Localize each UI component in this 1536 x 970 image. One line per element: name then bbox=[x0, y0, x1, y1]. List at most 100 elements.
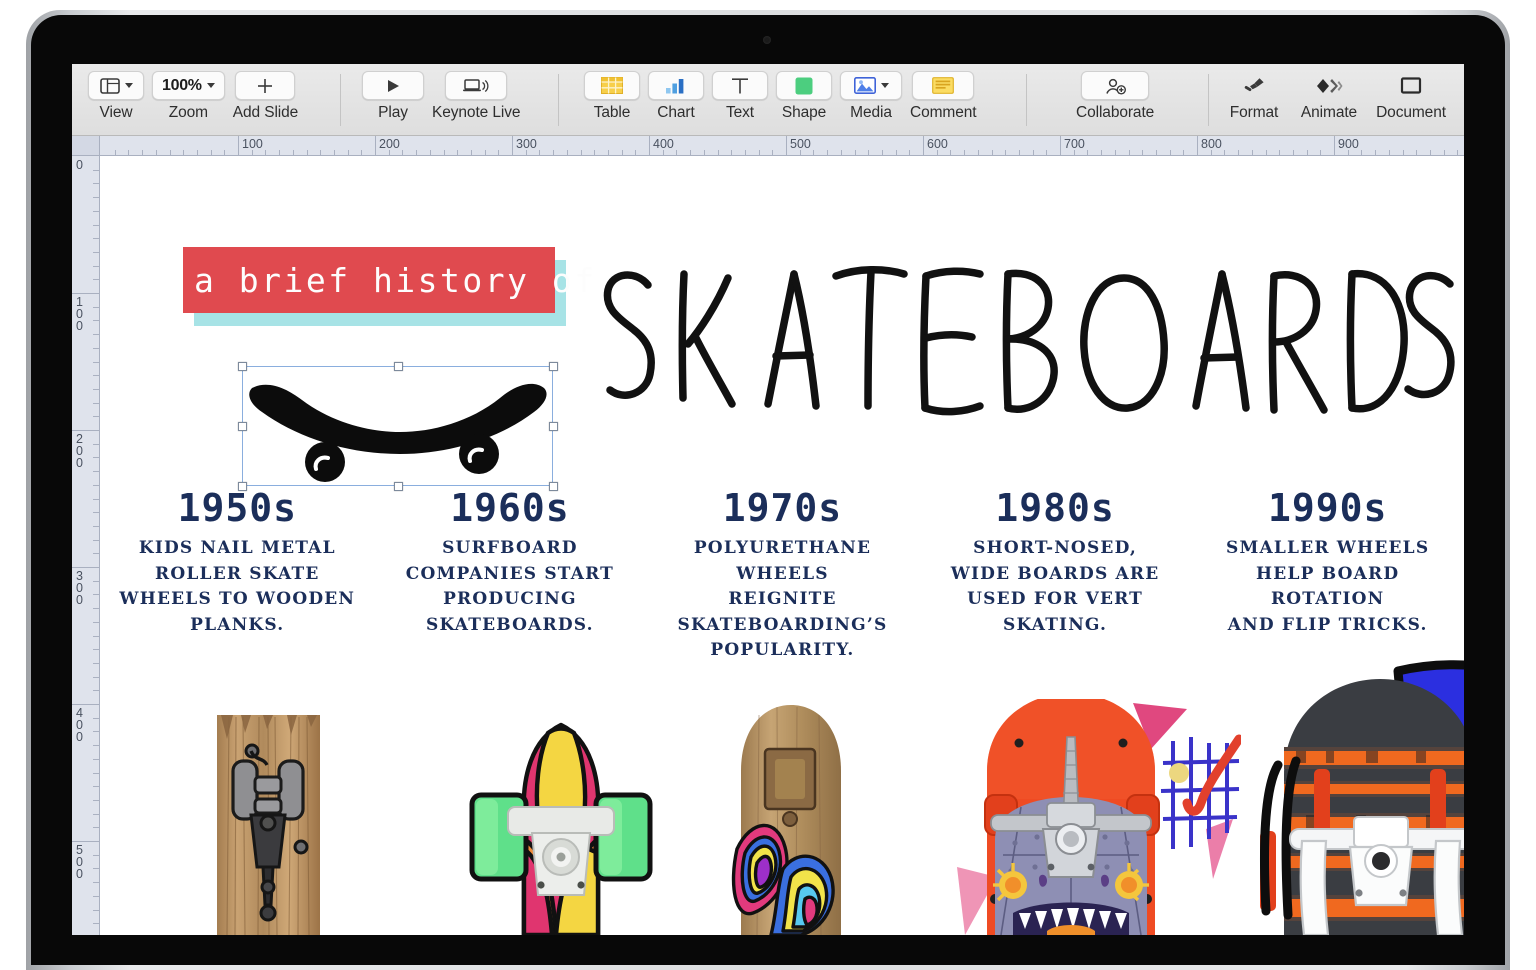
decade-year: 1990s bbox=[1267, 486, 1388, 530]
toolbar-label-shape: Shape bbox=[781, 104, 827, 121]
ruler-minor-tick bbox=[93, 882, 99, 884]
laptop-broadcast-icon bbox=[463, 78, 489, 92]
ruler-minor-tick bbox=[93, 580, 99, 582]
ruler-minor-tick bbox=[1210, 150, 1212, 155]
chevron-down-icon bbox=[880, 83, 889, 88]
decade-description-line: COMPANIES START bbox=[405, 563, 614, 584]
toolbar-button-keynote-live[interactable]: Keynote Live bbox=[432, 71, 521, 122]
decade-column-1980s[interactable]: 1980s SHORT-NOSED, WIDE BOARDS ARE USED FOR… bbox=[919, 486, 1192, 664]
plus-icon bbox=[258, 78, 273, 93]
ruler-minor-tick bbox=[93, 484, 99, 486]
pink-yellow-surf-graphic-board-icon bbox=[469, 722, 653, 935]
ruler-minor-tick bbox=[772, 150, 774, 155]
toolbar-button-table[interactable]: Table bbox=[584, 71, 640, 122]
ruler-minor-tick bbox=[93, 539, 99, 541]
ruler-major-tick bbox=[72, 293, 99, 294]
board-1980s[interactable] bbox=[951, 693, 1244, 935]
decade-description-line: REIGNITE bbox=[728, 589, 837, 609]
toolbar-button-shape[interactable]: Shape bbox=[776, 71, 832, 122]
table-icon bbox=[601, 77, 623, 94]
ruler-minor-tick bbox=[635, 150, 637, 155]
decade-column-1950s[interactable]: 1950s KIDS NAIL METAL ROLLER SKATE WHEELS T… bbox=[101, 486, 374, 664]
board-1970s[interactable] bbox=[731, 699, 851, 935]
slide-title-skateboards[interactable] bbox=[596, 258, 1456, 453]
decade-description-line: PRODUCING bbox=[443, 589, 577, 609]
toolbar-button-add-slide[interactable]: Add Slide bbox=[233, 71, 298, 122]
toolbar-separator bbox=[1026, 74, 1027, 126]
ruler-minor-tick bbox=[1251, 150, 1253, 155]
toolbar-button-collaborate[interactable]: Collaborate bbox=[1076, 71, 1154, 122]
ruler-minor-tick bbox=[93, 731, 99, 733]
ruler-minor-tick bbox=[1265, 150, 1267, 155]
add-person-icon bbox=[1106, 78, 1127, 95]
ruler-minor-tick bbox=[1018, 150, 1020, 155]
ruler-minor-tick bbox=[93, 758, 99, 760]
ruler-tick-label: 200 bbox=[379, 137, 400, 151]
ruler-minor-tick bbox=[210, 150, 212, 155]
toolbar-button-media[interactable]: Media bbox=[840, 71, 902, 122]
ruler-major-tick bbox=[72, 430, 99, 431]
toolbar-button-view[interactable]: View bbox=[88, 71, 144, 122]
toolbar-label-collaborate: Collaborate bbox=[1076, 104, 1155, 121]
decade-column-1990s[interactable]: 1990s SMALLER WHEELS HELP BOARD ROTATION AN… bbox=[1191, 486, 1464, 664]
ruler-minor-tick bbox=[93, 608, 99, 610]
toolbar-label-keynote-live: Keynote Live bbox=[432, 104, 521, 121]
toolbar-label-zoom: Zoom bbox=[168, 104, 208, 121]
ruler-minor-tick bbox=[484, 150, 486, 155]
ruler-minor-tick bbox=[580, 150, 582, 155]
ruler-minor-tick bbox=[93, 279, 99, 281]
ruler-tick-label: 300 bbox=[516, 137, 537, 151]
ruler-minor-tick bbox=[183, 150, 185, 155]
ruler-tick-label: 100 bbox=[242, 137, 263, 151]
toolbar-group-insert: Table Chart Text Shape Media Comment bbox=[580, 71, 981, 122]
toolbar-button-comment[interactable]: Comment bbox=[910, 71, 977, 122]
ruler-tick-label: 0 bbox=[76, 158, 83, 172]
ruler-minor-tick bbox=[539, 150, 541, 155]
toolbar-button-play[interactable]: Play bbox=[362, 71, 424, 122]
board-1950s[interactable] bbox=[211, 699, 326, 935]
board-1990s[interactable] bbox=[1256, 655, 1464, 935]
ruler-minor-tick bbox=[1292, 150, 1294, 155]
banner-fill: a brief history of bbox=[183, 247, 594, 313]
toolbar-label-document: Document bbox=[1376, 104, 1446, 121]
ruler-minor-tick bbox=[1087, 150, 1089, 155]
ruler-minor-tick bbox=[93, 799, 99, 801]
decade-column-1960s[interactable]: 1960s SURFBOARD COMPANIES START PRODUCING SK… bbox=[374, 486, 647, 664]
ruler-minor-tick bbox=[731, 150, 733, 155]
ruler-minor-tick bbox=[799, 150, 801, 155]
toolbar-button-zoom[interactable]: 100% Zoom bbox=[152, 71, 225, 122]
banner-text: a brief history of bbox=[194, 260, 597, 300]
toolbar-button-animate[interactable]: Animate bbox=[1294, 71, 1364, 122]
ruler-minor-tick bbox=[854, 150, 856, 155]
ruler-minor-tick bbox=[93, 745, 99, 747]
board-photo-row bbox=[101, 660, 1464, 935]
toolbar-label-animate: Animate bbox=[1300, 104, 1358, 121]
ruler-minor-tick bbox=[93, 347, 99, 349]
ruler-tick-label: 500 bbox=[76, 843, 83, 881]
horizontal-ruler[interactable]: 1002003004005006007008009001000 bbox=[72, 136, 1464, 156]
toolbar-button-document[interactable]: Document bbox=[1372, 71, 1450, 122]
decade-year: 1970s bbox=[722, 486, 843, 530]
decade-column-1970s[interactable]: 1970s POLYURETHANE WHEELS REIGNITE SKATEBOA… bbox=[646, 486, 919, 664]
wood-psychedelic-graphic-board-icon bbox=[731, 705, 841, 935]
skateboard-doodle-image[interactable] bbox=[242, 366, 553, 486]
ruler-minor-tick bbox=[690, 150, 692, 155]
ruler-minor-tick bbox=[93, 224, 99, 226]
toolbar-button-text[interactable]: Text bbox=[712, 71, 768, 122]
ruler-minor-tick bbox=[93, 813, 99, 815]
toolbar-button-chart[interactable]: Chart bbox=[648, 71, 704, 122]
ruler-minor-tick bbox=[1320, 150, 1322, 155]
slide-canvas[interactable]: a brief history of 1950s KIDS NAIL METAL… bbox=[101, 156, 1464, 935]
ruler-minor-tick bbox=[1169, 150, 1171, 155]
toolbar-group-collaborate: Collaborate bbox=[1072, 71, 1158, 122]
board-1960s[interactable] bbox=[456, 699, 666, 935]
ruler-minor-tick bbox=[196, 150, 198, 155]
toolbar-label-add-slide: Add Slide bbox=[232, 104, 299, 121]
toolbar-button-format[interactable]: Format bbox=[1222, 71, 1286, 122]
ruler-minor-tick bbox=[881, 150, 883, 155]
ruler-minor-tick bbox=[703, 150, 705, 155]
ruler-minor-tick bbox=[93, 553, 99, 555]
ruler-minor-tick bbox=[93, 183, 99, 185]
vertical-ruler[interactable]: 0 100 200 300 400 500 bbox=[72, 156, 100, 935]
ruler-minor-tick bbox=[607, 150, 609, 155]
